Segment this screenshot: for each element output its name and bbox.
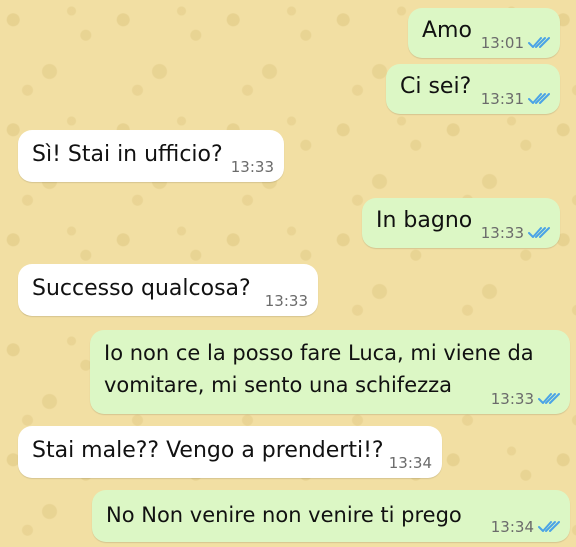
message-text: Stai male?? Vengo a prenderti!? [32,438,384,463]
message-meta: 13:34 [491,518,560,536]
message-meta: 13:33 [481,224,550,242]
message-time: 13:01 [480,34,524,52]
message-meta: 13:31 [481,90,550,108]
message-bubble-received[interactable]: Successo qualcosa? 13:33 [18,264,318,316]
message-time: 13:33 [490,390,534,408]
message-time: 13:34 [490,518,534,536]
message-bubble-sent[interactable]: Io non ce la posso fare Luca, mi viene d… [90,330,570,414]
message-meta: 13:33 [231,158,274,176]
read-receipt-icon [528,92,550,106]
message-time: 13:33 [480,224,524,242]
message-meta: 13:33 [491,390,560,408]
message-bubble-received[interactable]: Stai male?? Vengo a prenderti!? 13:34 [18,426,442,478]
read-receipt-icon [538,520,560,534]
message-text: In bagno [376,208,473,233]
message-bubble-received[interactable]: Sì! Stai in ufficio? 13:33 [18,130,284,182]
message-meta: 13:01 [481,34,550,52]
message-bubble-sent[interactable]: Ci sei? 13:31 [386,64,560,114]
message-meta: 13:33 [265,292,308,310]
message-text-line1: Io non ce la posso fare Luca, mi viene d… [104,341,534,365]
message-time: 13:33 [264,292,308,310]
message-time: 13:33 [230,158,274,176]
message-meta: 13:34 [389,454,432,472]
read-receipt-icon [538,392,560,406]
message-text: Sì! Stai in ufficio? [32,142,223,167]
message-bubble-sent[interactable]: Amo 13:01 [408,8,560,58]
message-text: Successo qualcosa? [32,276,251,301]
message-text: Amo [422,18,472,43]
message-text-line2: vomitare, mi sento una schifezza [104,373,453,397]
message-time: 13:31 [480,90,524,108]
message-bubble-sent[interactable]: No Non venire non venire ti prego 13:34 [92,490,570,542]
message-bubble-sent[interactable]: In bagno 13:33 [362,198,560,248]
message-text: Ci sei? [400,74,472,99]
message-text: No Non venire non venire ti prego [106,503,462,527]
message-time: 13:34 [388,454,432,472]
read-receipt-icon [528,36,550,50]
read-receipt-icon [528,226,550,240]
